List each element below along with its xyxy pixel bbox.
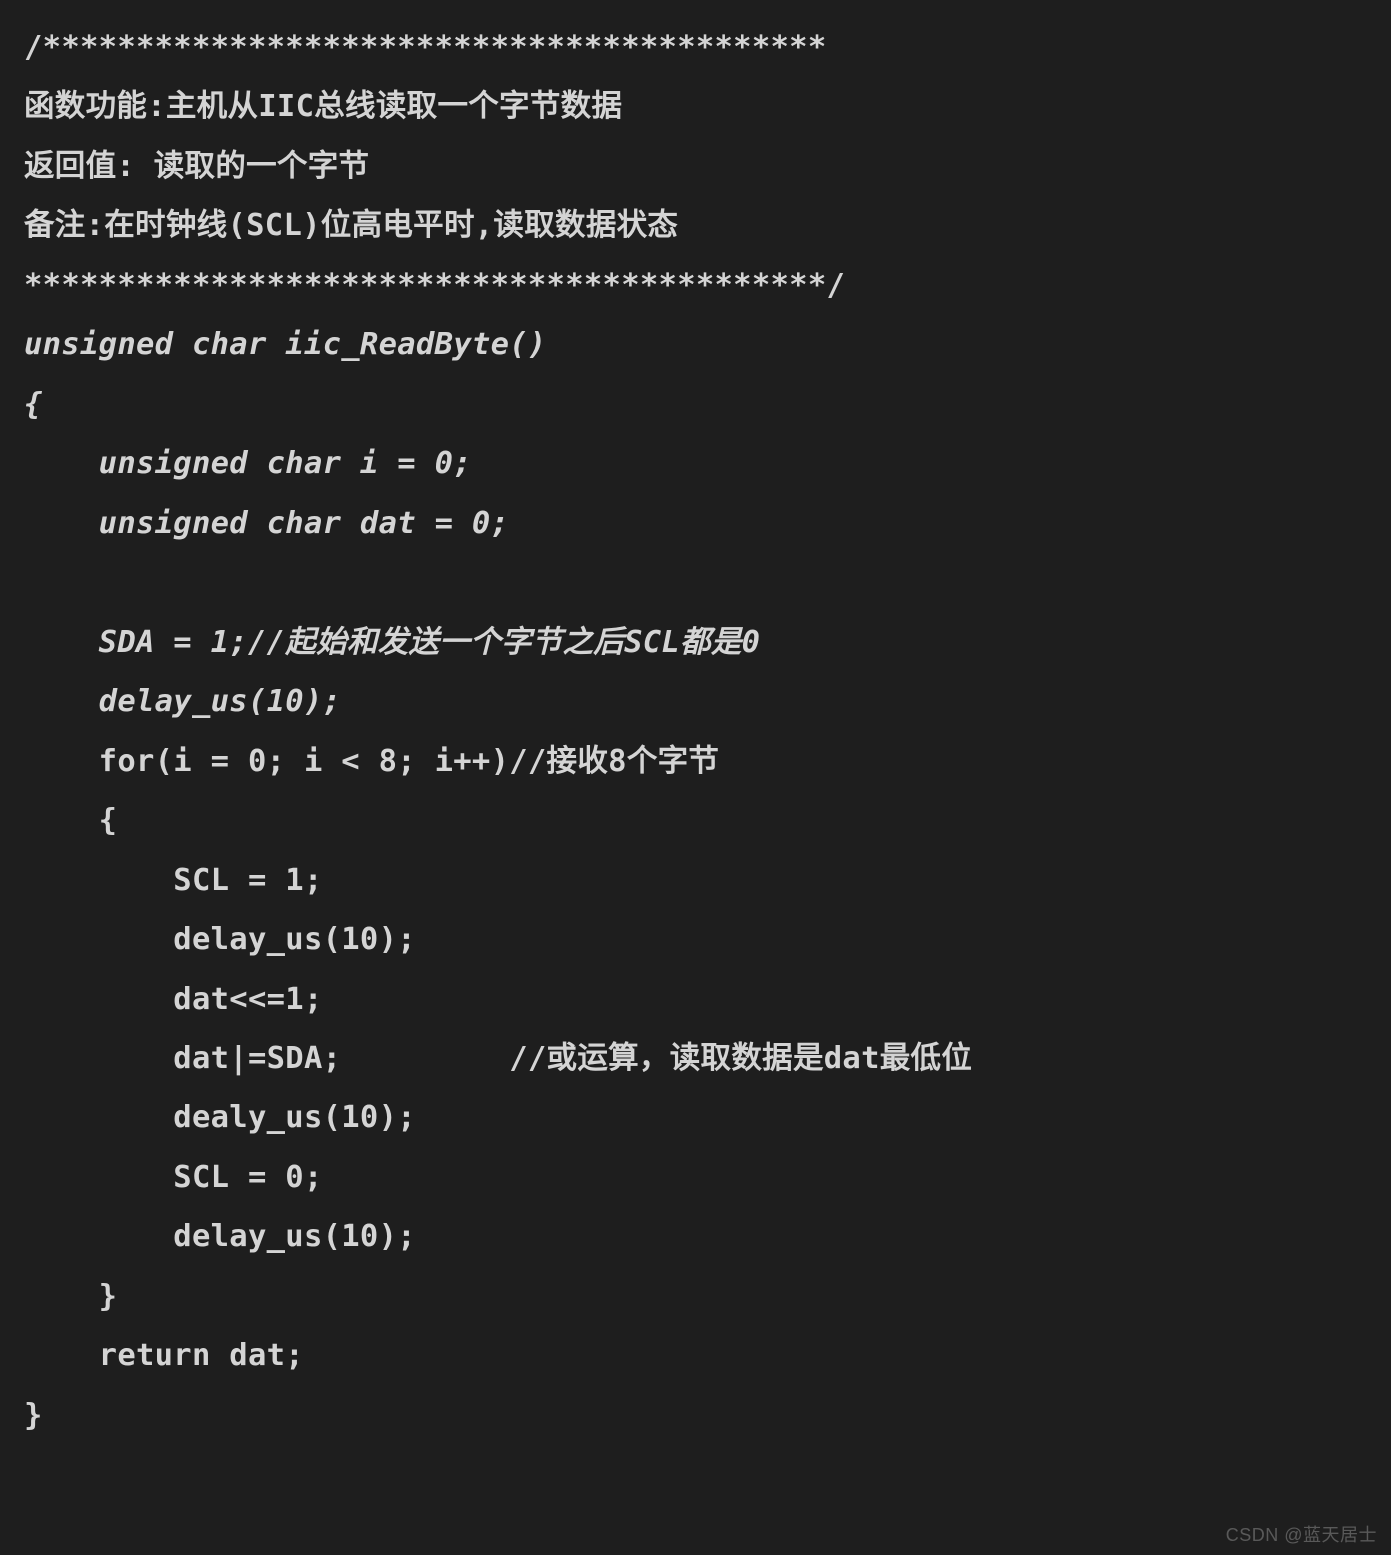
code-block: /***************************************… [0,0,1391,1469]
code-line: 备注:在时钟线(SCL)位高电平时,读取数据状态 [24,208,678,243]
code-line: 返回值: 读取的一个字节 [24,149,369,184]
code-line: { [24,803,117,838]
code-line: delay_us(10); [24,684,341,719]
code-line: for(i = 0; i < 8; i++)//接收8个字节 [24,744,719,779]
watermark: CSDN @蓝天居士 [1226,1521,1377,1547]
code-line: unsigned char iic_ReadByte() [24,327,547,362]
code-line: dealy_us(10); [24,1100,416,1135]
code-line: SCL = 1; [24,863,323,898]
code-line: SDA = 1;//起始和发送一个字节之后SCL都是0 [24,625,760,660]
code-line: dat<<=1; [24,982,323,1017]
code-line: unsigned char i = 0; [24,446,472,481]
code-line: dat|=SDA; //或运算，读取数据是dat最低位 [24,1041,972,1076]
code-line: } [24,1279,117,1314]
code-line: } [24,1398,43,1433]
code-line: unsigned char dat = 0; [24,506,509,541]
code-line: return dat; [24,1338,304,1373]
code-line: { [24,387,43,422]
code-line: ****************************************… [24,268,845,303]
code-line: /***************************************… [24,30,827,65]
code-line: delay_us(10); [24,1219,416,1254]
code-line: SCL = 0; [24,1160,323,1195]
code-line: 函数功能:主机从IIC总线读取一个字节数据 [24,89,622,124]
code-line: delay_us(10); [24,922,416,957]
